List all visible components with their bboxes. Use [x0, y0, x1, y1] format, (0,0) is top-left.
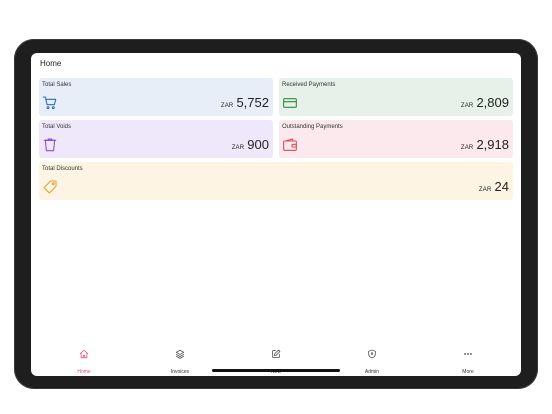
amount-value: 2,809: [476, 95, 509, 110]
page-title: Home: [40, 59, 62, 68]
card-label: Total Voids: [42, 124, 72, 130]
home-icon: [79, 349, 89, 359]
tag-icon: [43, 180, 57, 194]
card-label: Received Payments: [282, 82, 336, 88]
tab-invoices[interactable]: Invoices: [160, 349, 200, 376]
edit-icon: [272, 349, 281, 358]
card-label: Outstanding Payments: [282, 124, 343, 130]
currency-code: ZAR: [231, 145, 245, 151]
card-total-discounts[interactable]: Total Discounts ZAR 24: [39, 162, 513, 200]
card-amount: ZAR 900: [232, 137, 269, 152]
wallet-icon: [283, 138, 297, 151]
card-total-sales[interactable]: Total Sales ZAR 5,752: [39, 78, 273, 116]
amount-value: 900: [247, 137, 269, 152]
amount-value: 2,918: [476, 137, 509, 152]
card-total-voids[interactable]: Total Voids ZAR 900: [39, 120, 273, 158]
tab-home[interactable]: Home: [64, 349, 104, 376]
tab-admin[interactable]: Admin: [352, 349, 392, 376]
currency-code: ZAR: [460, 103, 474, 109]
card-label: Total Sales: [42, 82, 72, 88]
home-indicator: [212, 369, 340, 372]
tab-label: Invoices: [170, 369, 190, 375]
card-amount: ZAR 24: [479, 179, 509, 194]
amount-value: 24: [494, 179, 509, 194]
card-label: Total Discounts: [42, 166, 83, 172]
currency-code: ZAR: [478, 187, 492, 193]
layers-icon: [175, 349, 185, 359]
card-amount: ZAR 5,752: [221, 95, 269, 110]
card-outstanding-payments[interactable]: Outstanding Payments ZAR 2,918: [279, 120, 513, 158]
card-amount: ZAR 2,809: [461, 95, 509, 110]
card-received-payments[interactable]: Received Payments ZAR 2,809: [279, 78, 513, 116]
app-screen: Home Total Sales ZAR 5,752 Received Paym…: [31, 53, 521, 376]
currency-code: ZAR: [460, 145, 474, 151]
shield-icon: [368, 349, 376, 359]
tab-label: Admin: [364, 369, 380, 375]
card-amount: ZAR 2,918: [461, 137, 509, 152]
credit-card-icon: [283, 98, 297, 108]
shopping-cart-icon: [42, 96, 57, 110]
tab-label: Home: [77, 369, 91, 375]
tab-more[interactable]: More: [448, 349, 488, 376]
more-icon: [464, 353, 472, 355]
amount-value: 5,752: [236, 95, 269, 110]
currency-code: ZAR: [220, 103, 234, 109]
tab-label: More: [462, 369, 474, 375]
trash-icon: [43, 138, 57, 152]
